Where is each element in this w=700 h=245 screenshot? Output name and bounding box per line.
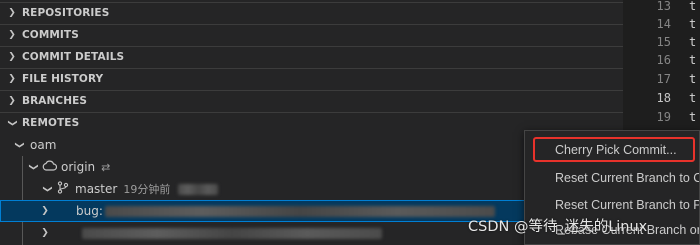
code-line-active: 18 t xyxy=(623,91,700,109)
chevron-down-icon: ❯ xyxy=(7,119,17,127)
section-repositories[interactable]: ❯ REPOSITORIES xyxy=(0,2,623,23)
chevron-down-icon: ❯ xyxy=(28,163,38,171)
section-branches[interactable]: ❯ BRANCHES xyxy=(0,90,623,111)
branch-time: 19分钟前 xyxy=(123,183,171,196)
branch-label: master xyxy=(75,182,118,196)
git-branch-icon xyxy=(54,181,72,197)
code-text: t xyxy=(689,17,697,31)
section-label: BRANCHES xyxy=(22,95,88,107)
blurred-text xyxy=(178,183,219,195)
code-text: t xyxy=(689,53,697,67)
section-label: REPOSITORIES xyxy=(22,7,110,19)
chevron-down-icon: ❯ xyxy=(14,141,24,149)
code-line: 16 t xyxy=(623,53,700,71)
chevron-right-icon: ❯ xyxy=(8,30,16,40)
chevron-right-icon: ❯ xyxy=(8,96,16,106)
remote-label: origin xyxy=(61,160,96,174)
code-line: 15 t xyxy=(623,35,700,53)
menu-item-cherry-pick[interactable]: Cherry Pick Commit... xyxy=(525,138,699,162)
line-number: 16 xyxy=(656,53,671,67)
line-number: 19 xyxy=(656,110,671,124)
code-line: 14 t xyxy=(623,17,700,35)
section-label: REMOTES xyxy=(22,117,80,129)
code-line: 17 t xyxy=(623,72,700,90)
chevron-right-icon: ❯ xyxy=(8,52,16,62)
code-text: t xyxy=(689,72,697,86)
chevron-right-icon: ❯ xyxy=(41,228,49,238)
line-number: 14 xyxy=(656,17,671,31)
section-commit-details[interactable]: ❯ COMMIT DETAILS xyxy=(0,46,623,67)
chevron-right-icon: ❯ xyxy=(8,74,16,84)
section-label: COMMITS xyxy=(22,29,79,41)
menu-item-label: Reset Current Branch to P xyxy=(555,198,700,212)
code-text: t xyxy=(689,35,697,49)
child-branch-label: bug: xyxy=(76,204,103,218)
section-label: COMMIT DETAILS xyxy=(22,51,125,63)
blurred-text xyxy=(104,205,495,217)
code-line: 13 t xyxy=(623,0,700,17)
chevron-right-icon: ❯ xyxy=(41,206,49,216)
repo-label: oam xyxy=(30,138,57,152)
watermark: CSDN @等待_迷失的Linux xyxy=(468,219,648,235)
code-line: 19 t xyxy=(623,110,700,128)
cloud-icon xyxy=(40,160,58,174)
line-number: 17 xyxy=(656,72,671,86)
chevron-down-icon: ❯ xyxy=(42,185,52,193)
menu-item-label: Cherry Pick Commit... xyxy=(555,143,677,157)
line-number: 13 xyxy=(656,0,671,13)
line-number: 18 xyxy=(656,91,671,105)
sync-icon: ⇄ xyxy=(101,160,111,174)
chevron-right-icon: ❯ xyxy=(8,8,16,18)
section-file-history[interactable]: ❯ FILE HISTORY xyxy=(0,68,623,89)
menu-item-label: Reset Current Branch to C xyxy=(555,171,700,185)
blurred-text xyxy=(82,227,382,239)
line-number: 15 xyxy=(656,35,671,49)
menu-item-reset-to-commit[interactable]: Reset Current Branch to C xyxy=(525,166,700,190)
section-label: FILE HISTORY xyxy=(22,73,104,85)
section-commits[interactable]: ❯ COMMITS xyxy=(0,24,623,45)
menu-item-reset-to-parent[interactable]: Reset Current Branch to P xyxy=(525,193,700,217)
code-text: t xyxy=(689,0,697,13)
code-text: t xyxy=(689,91,697,105)
code-text: t xyxy=(689,110,697,124)
